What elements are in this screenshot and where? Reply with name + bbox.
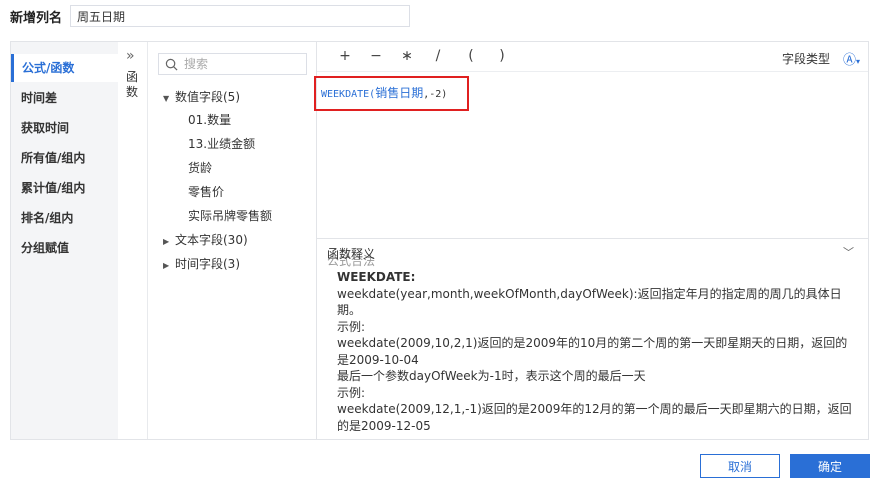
description-line: weekdate(year,month,weekOfMonth,dayOfWee… xyxy=(337,286,842,318)
formula-function-name: WEEKDATE( xyxy=(321,89,376,100)
field-item[interactable]: 货龄 xyxy=(188,157,212,179)
tree-group-text[interactable]: ▶ 文本字段(30) xyxy=(163,229,248,251)
tree-group-numeric[interactable]: ▼ 数值字段(5) xyxy=(163,86,240,108)
chevron-down-icon[interactable]: ﹀ xyxy=(843,244,854,260)
category-group-assign[interactable]: 分组赋值 xyxy=(11,234,118,262)
formula-arguments: ,-2) xyxy=(423,89,448,100)
field-item[interactable]: 13.业绩金额 xyxy=(188,133,255,155)
description-line: 示例: xyxy=(337,385,366,400)
function-panel-toggle[interactable]: » 函 数 xyxy=(118,42,148,439)
field-type-dropdown-icon[interactable]: Ⓐ▾ xyxy=(843,49,860,68)
function-description-body: WEEKDATE: weekdate(year,month,weekOfMont… xyxy=(337,269,857,434)
field-type-label: 字段类型 xyxy=(781,52,830,66)
function-description-header: 函数释义 xyxy=(327,247,376,261)
category-cumulative-in-group[interactable]: 累计值/组内 xyxy=(11,174,118,202)
function-description-title: WEEKDATE: xyxy=(337,270,416,284)
formula-panel: 公式/函数 时间差 获取时间 所有值/组内 累计值/组内 排名/组内 分组赋值 … xyxy=(10,41,869,440)
double-chevron-right-icon[interactable]: » xyxy=(126,48,135,64)
column-name-label: 新增列名 xyxy=(10,10,63,26)
formula-expression[interactable]: WEEKDATE(销售日期,-2) xyxy=(321,84,447,101)
formula-editor: + − ∗ / ( ) 字段类型 Ⓐ▾ WEEKDATE(销售日期,-2) 公式… xyxy=(314,42,868,439)
description-line: weekdate(2009,12,1,-1)返回的是2009年的12月的第一个周… xyxy=(337,402,852,433)
operator-toolbar: + − ∗ / ( ) 字段类型 Ⓐ▾ xyxy=(317,42,868,72)
description-line: weekdate(2009,10,2,1)返回的是2009年的10月的第二个周的… xyxy=(337,336,848,367)
formula-input-area[interactable]: WEEKDATE(销售日期,-2) 公式合法 xyxy=(314,72,868,268)
field-item[interactable]: 实际吊牌零售额 xyxy=(188,205,272,227)
category-formula-function[interactable]: 公式/函数 xyxy=(11,54,118,82)
caret-right-icon: ▶ xyxy=(163,237,170,246)
field-item[interactable]: 01.数量 xyxy=(188,109,231,131)
caret-down-icon: ▼ xyxy=(163,94,170,103)
description-line: 示例: xyxy=(337,319,366,334)
field-item[interactable]: 零售价 xyxy=(188,181,224,203)
field-search-box[interactable] xyxy=(158,53,307,75)
function-strip-label: 函 数 xyxy=(125,70,138,99)
category-list: 公式/函数 时间差 获取时间 所有值/组内 累计值/组内 排名/组内 分组赋值 xyxy=(11,42,118,439)
minus-operator-button[interactable]: − xyxy=(368,48,384,64)
column-name-input[interactable] xyxy=(70,5,411,27)
divide-operator-button[interactable]: / xyxy=(430,48,446,64)
category-time-difference[interactable]: 时间差 xyxy=(11,84,118,112)
formula-field-token[interactable]: 销售日期 xyxy=(375,86,423,100)
plus-operator-button[interactable]: + xyxy=(337,48,353,64)
description-line: 最后一个参数dayOfWeek为-1时，表示这个周的最后一天 xyxy=(337,369,646,383)
multiply-operator-button[interactable]: ∗ xyxy=(399,48,415,64)
category-get-time[interactable]: 获取时间 xyxy=(11,114,118,142)
tree-group-time[interactable]: ▶ 时间字段(3) xyxy=(163,253,240,275)
caret-right-icon: ▶ xyxy=(163,261,170,270)
close-paren-button[interactable]: ) xyxy=(494,48,510,64)
cancel-button[interactable]: 取消 xyxy=(700,454,780,478)
column-name-row: 新增列名 xyxy=(10,5,411,27)
field-search-input[interactable] xyxy=(184,57,294,71)
search-icon xyxy=(165,58,178,70)
open-paren-button[interactable]: ( xyxy=(463,48,479,64)
category-rank-in-group[interactable]: 排名/组内 xyxy=(11,204,118,232)
function-description-panel: 函数释义 ﹀ WEEKDATE: weekdate(year,month,wee… xyxy=(317,238,868,439)
field-tree-panel: ▼数值字段(5) 01.数量 13.业绩金额 货龄 零售价 实际吊牌零售额 ▶文… xyxy=(148,42,317,439)
confirm-button[interactable]: 确定 xyxy=(790,454,870,478)
category-all-values-in-group[interactable]: 所有值/组内 xyxy=(11,144,118,172)
